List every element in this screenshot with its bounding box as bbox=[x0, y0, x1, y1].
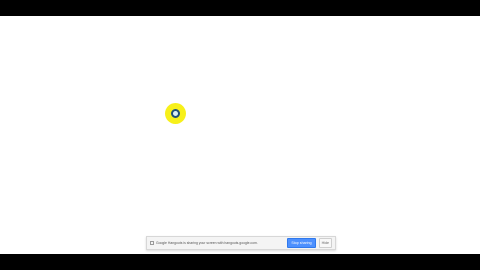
letterbox-bottom bbox=[0, 254, 480, 270]
hide-button[interactable]: Hide bbox=[318, 238, 332, 248]
mouse-cursor-icon bbox=[171, 109, 180, 118]
shared-screen: Google Hangouts is sharing your screen w… bbox=[0, 16, 480, 254]
screen-share-notification-bar: Google Hangouts is sharing your screen w… bbox=[146, 236, 336, 250]
letterbox-top bbox=[0, 0, 480, 16]
cursor-highlight bbox=[165, 103, 186, 124]
share-message: Google Hangouts is sharing your screen w… bbox=[156, 241, 258, 245]
checkbox-icon bbox=[150, 241, 154, 245]
stop-sharing-button[interactable]: Stop sharing bbox=[287, 238, 316, 248]
